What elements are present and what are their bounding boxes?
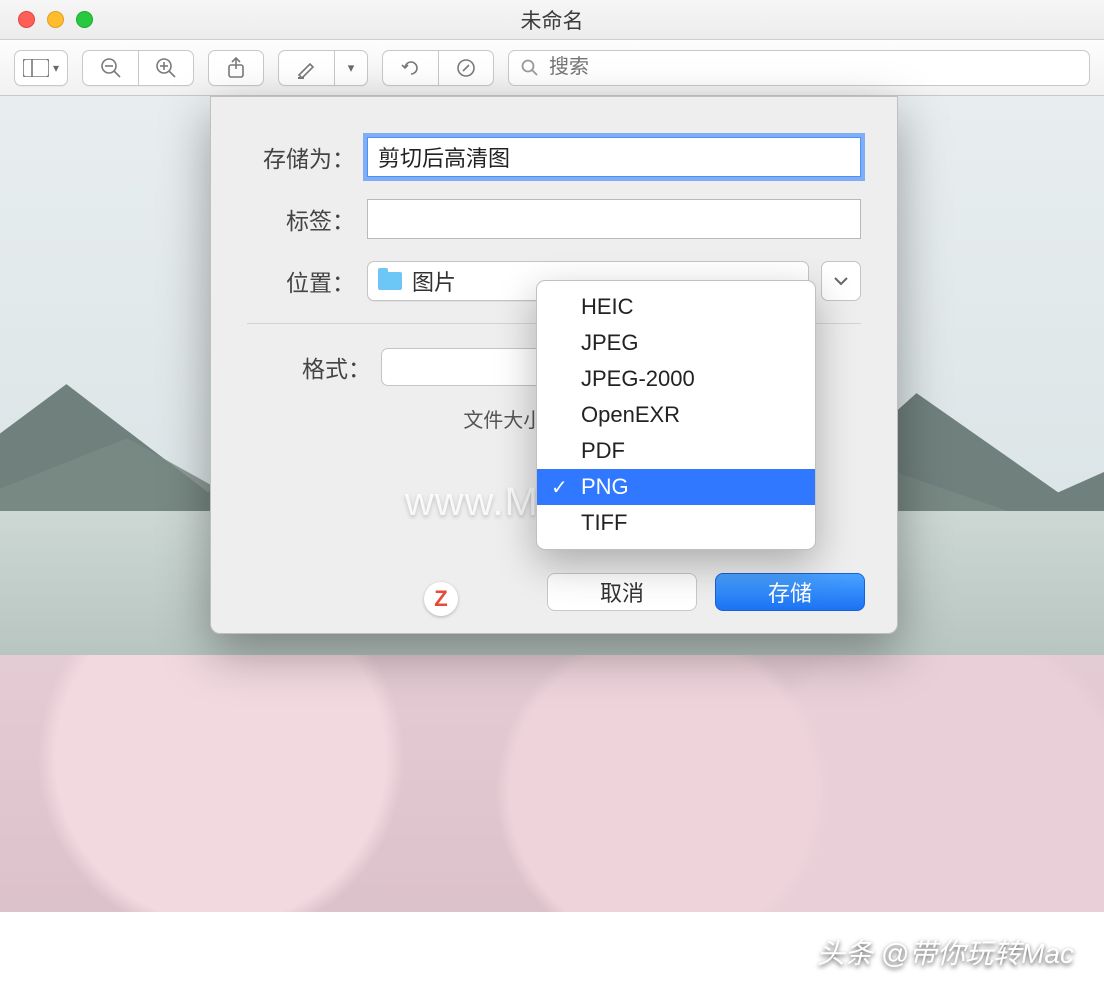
zoom-out-icon	[100, 57, 122, 79]
search-field[interactable]	[508, 50, 1090, 86]
pen-circle-icon	[455, 57, 477, 79]
format-option-heic[interactable]: HEIC	[537, 289, 815, 325]
search-input[interactable]	[549, 56, 1077, 79]
highlighter-icon	[296, 57, 318, 79]
sidebar-toggle-button[interactable]: ▾	[14, 50, 68, 86]
zoom-out-button[interactable]	[82, 50, 138, 86]
format-option-jpeg[interactable]: JPEG	[537, 325, 815, 361]
format-label: 格式：	[302, 350, 371, 384]
format-option-openexr[interactable]: OpenEXR	[537, 397, 815, 433]
save-as-input[interactable]	[367, 137, 861, 177]
toolbar: ▾ ▾	[0, 40, 1104, 96]
search-icon	[521, 59, 539, 77]
markup-menu-button[interactable]: ▾	[334, 50, 368, 86]
rotate-icon	[400, 57, 422, 79]
format-option-pdf[interactable]: PDF	[537, 433, 815, 469]
zoom-in-button[interactable]	[138, 50, 194, 86]
format-option-png[interactable]: PNG	[537, 469, 815, 505]
save-as-label: 存储为：	[247, 140, 367, 174]
sidebar-icon	[23, 59, 49, 77]
chevron-down-icon	[833, 276, 849, 286]
location-label: 位置：	[247, 264, 367, 298]
rotate-button[interactable]	[382, 50, 438, 86]
tags-label: 标签：	[247, 202, 367, 236]
location-expand-button[interactable]	[821, 261, 861, 301]
format-option-tiff[interactable]: TIFF	[537, 505, 815, 541]
share-button[interactable]	[208, 50, 264, 86]
chevron-down-icon: ▾	[348, 60, 355, 76]
zoom-in-icon	[155, 57, 177, 79]
format-dropdown-menu: HEIC JPEG JPEG-2000 OpenEXR PDF PNG TIFF	[536, 280, 816, 550]
window-title: 未命名	[0, 5, 1104, 35]
cancel-button[interactable]: 取消	[547, 573, 697, 611]
chevron-down-icon: ▾	[53, 61, 59, 75]
save-button[interactable]: 存储	[715, 573, 865, 611]
credit-text: 头条 @带你玩转Mac	[817, 932, 1074, 972]
format-option-jpeg2000[interactable]: JPEG-2000	[537, 361, 815, 397]
tags-input[interactable]	[367, 199, 861, 239]
titlebar: 未命名	[0, 0, 1104, 40]
folder-icon	[378, 272, 402, 290]
watermark-badge: Z	[424, 582, 458, 616]
location-value: 图片	[412, 265, 456, 297]
edit-toolbar-button[interactable]	[438, 50, 494, 86]
share-icon	[226, 57, 246, 79]
markup-button[interactable]	[278, 50, 334, 86]
